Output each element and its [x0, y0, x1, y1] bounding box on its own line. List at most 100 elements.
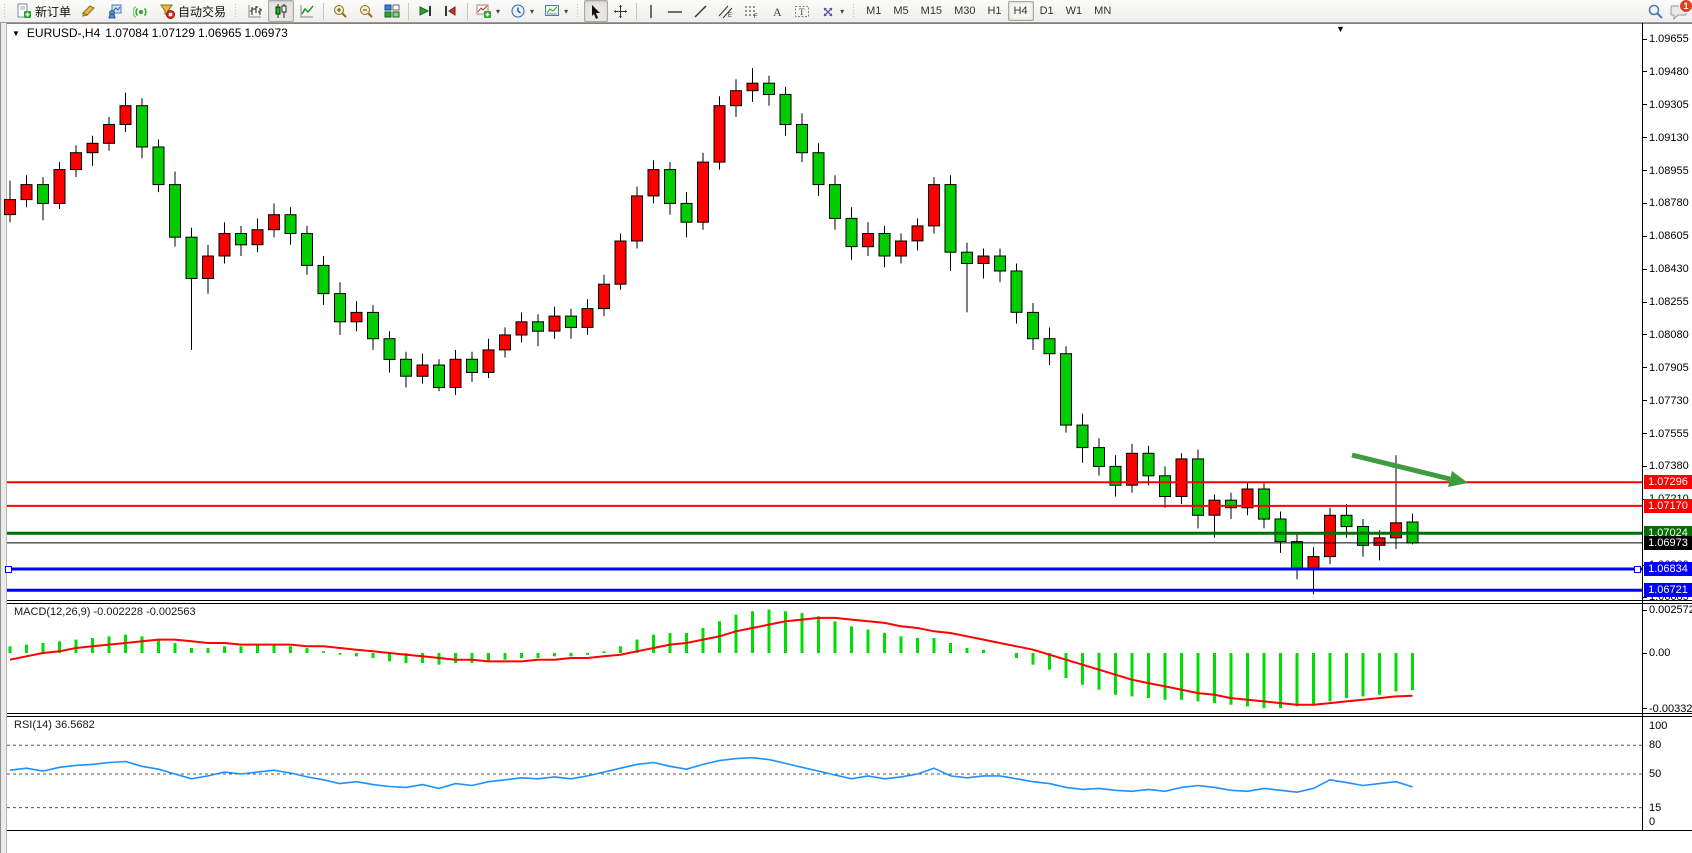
zoom-out-button[interactable] [353, 0, 379, 22]
timeframe-button-h1[interactable]: H1 [981, 1, 1007, 21]
signals-button[interactable] [128, 0, 154, 22]
chart-shift-icon [443, 3, 459, 19]
candle-body [632, 196, 643, 241]
toolbar-grip[interactable] [234, 3, 239, 19]
candle-body [203, 256, 214, 279]
timeframe-button-h4[interactable]: H4 [1008, 1, 1034, 21]
price-tick-mark [1642, 137, 1647, 138]
candle-body [1143, 453, 1154, 476]
line-drag-handle[interactable] [5, 566, 12, 573]
trend-arrow-line[interactable] [1352, 455, 1450, 479]
market-watch-icon [81, 3, 97, 19]
line-chart-mode-button[interactable] [294, 0, 320, 22]
candle-body [1308, 557, 1319, 568]
candle-body [1011, 271, 1022, 312]
auto-scroll-button[interactable] [412, 0, 438, 22]
price-tick-mark [1642, 71, 1647, 72]
macd-axis-label: -0.003326 [1649, 703, 1692, 715]
rsi-axis-label: 100 [1649, 720, 1667, 732]
price-tick-mark [1642, 269, 1647, 270]
timeframe-button-w1[interactable]: W1 [1060, 1, 1089, 21]
indicators-button[interactable]: ▾ [471, 0, 505, 22]
timeframe-button-d1[interactable]: D1 [1034, 1, 1060, 21]
chart-shift-marker-icon[interactable]: ▼ [1336, 24, 1345, 34]
text-label-tool-button[interactable]: T [789, 0, 815, 22]
candle-body [21, 185, 32, 200]
candle-body [71, 153, 82, 170]
periods-dropdown-caret[interactable]: ▾ [530, 7, 534, 16]
timeframe-button-m15[interactable]: M15 [915, 1, 948, 21]
data-window-icon [107, 3, 123, 19]
templates-icon [544, 3, 560, 19]
auto-trading-button[interactable]: 自动交易 [154, 0, 231, 22]
new-order-button[interactable]: 新订单 [11, 0, 76, 22]
cursor-tool-button[interactable] [584, 0, 608, 22]
chart-title-low: 1.06965 [198, 26, 241, 40]
candlestick-mode-button[interactable] [268, 0, 294, 22]
price-tick-mark [1642, 433, 1647, 434]
toolbar-grip[interactable] [576, 3, 581, 19]
arrows-tool-button[interactable]: ▾ [815, 0, 849, 22]
candle-body [252, 230, 263, 245]
candle-body [500, 335, 511, 350]
chart-title-open: 1.07084 [105, 26, 148, 40]
candle-body [830, 185, 841, 219]
templates-button[interactable]: ▾ [539, 0, 573, 22]
hline-price-label: 1.06973 [1644, 536, 1692, 550]
templates-dropdown-caret[interactable]: ▾ [564, 7, 568, 16]
candle-body [1193, 459, 1204, 515]
macd-tick-mark [1642, 610, 1647, 611]
candle-body [846, 218, 857, 246]
candle-body [1160, 476, 1171, 497]
timeframe-button-m1[interactable]: M1 [860, 1, 887, 21]
price-tick-mark [1642, 236, 1647, 237]
notifications-chat-button[interactable]: 1 [1670, 3, 1688, 20]
chart-shift-button[interactable] [438, 0, 464, 22]
arrows-dropdown-caret[interactable]: ▾ [840, 7, 844, 16]
trendline-tool-button[interactable] [688, 0, 713, 22]
fibonacci-tool-button[interactable]: F [739, 0, 765, 22]
toolbar-grip[interactable] [3, 3, 8, 19]
candle-body [1028, 312, 1039, 338]
text-tool-button[interactable]: A [765, 0, 789, 22]
vertical-line-tool-button[interactable] [640, 0, 662, 22]
bar-chart-mode-button[interactable] [242, 0, 268, 22]
price-tick-mark [1642, 170, 1647, 171]
hline-price-label: 1.06834 [1644, 562, 1692, 576]
price-tick-label: 1.08255 [1649, 296, 1689, 308]
equidistant-channel-tool-button[interactable]: E [713, 0, 739, 22]
price-tick-label: 1.08955 [1649, 165, 1689, 177]
candle-body [747, 83, 758, 91]
price-tick-label: 1.07730 [1649, 395, 1689, 407]
candle-body [1325, 515, 1336, 556]
macd-pane-bottom-border[interactable] [7, 713, 1692, 714]
search-icon[interactable] [1647, 3, 1664, 20]
tile-windows-button[interactable] [379, 0, 405, 22]
window-splitter[interactable] [0, 23, 7, 853]
indicators-dropdown-caret[interactable]: ▾ [496, 7, 500, 16]
periods-button[interactable]: ▾ [505, 0, 539, 22]
market-watch-button[interactable] [76, 0, 102, 22]
svg-text:T: T [799, 7, 805, 17]
auto-scroll-icon [417, 3, 433, 19]
zoom-in-button[interactable] [327, 0, 353, 22]
timeframe-button-m30[interactable]: M30 [948, 1, 981, 21]
crosshair-tool-button[interactable] [608, 0, 633, 22]
main-pane-bottom-border[interactable] [7, 600, 1692, 601]
candle-body [186, 237, 197, 278]
data-window-button[interactable] [102, 0, 128, 22]
macd-name: MACD(12,26,9) [14, 606, 90, 618]
horizontal-line-tool-button[interactable] [662, 0, 688, 22]
price-tick-label: 1.09305 [1649, 99, 1689, 111]
chart-menu-caret[interactable]: ▼ [12, 29, 20, 38]
toolbar-grip[interactable] [852, 3, 857, 19]
timeframe-button-m5[interactable]: M5 [887, 1, 914, 21]
candle-body [1407, 522, 1418, 543]
auto-trading-icon [159, 3, 175, 19]
chart-window[interactable]: ▼ EURUSD-,H4 1.07084 1.07129 1.06965 1.0… [0, 23, 1692, 853]
timeframe-button-mn[interactable]: MN [1088, 1, 1117, 21]
text-icon: A [770, 4, 784, 19]
candle-body [896, 241, 907, 256]
candle-body [731, 91, 742, 106]
line-drag-handle[interactable] [1634, 566, 1641, 573]
